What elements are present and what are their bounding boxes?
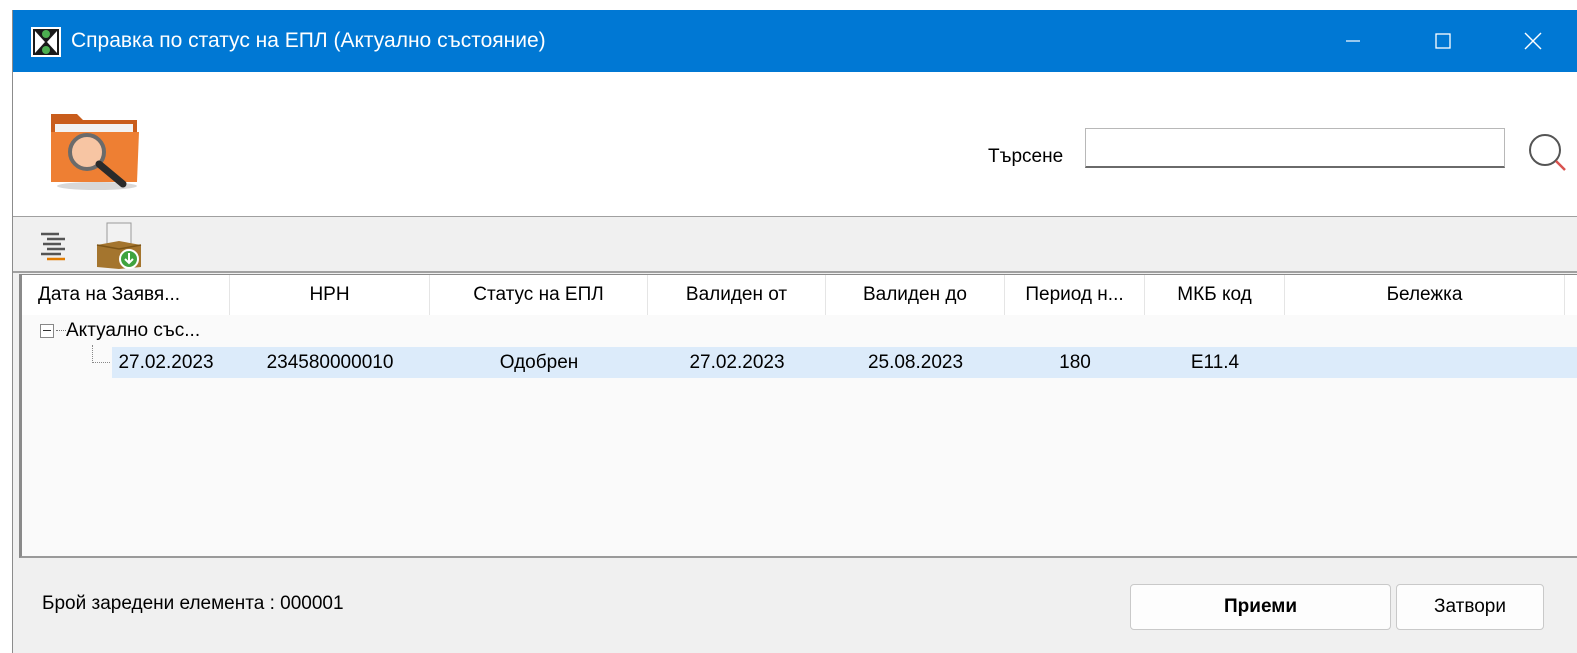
toolbar — [13, 217, 1577, 273]
cell-valid-from: 27.02.2023 — [689, 352, 785, 373]
collapse-tree-icon[interactable] — [39, 229, 73, 263]
close-icon — [1524, 32, 1542, 50]
col-header-status[interactable]: Статус на ЕПЛ — [430, 275, 648, 315]
minimize-icon — [1346, 40, 1360, 42]
search-label: Търсене — [988, 146, 1064, 167]
cell-period: 180 — [1059, 352, 1091, 373]
cell-note — [1285, 347, 1565, 378]
title-bar[interactable]: Справка по статус на ЕПЛ (Актуално състо… — [13, 10, 1577, 72]
col-header-icd-code[interactable]: МКБ код — [1145, 275, 1285, 315]
maximize-icon — [1435, 33, 1451, 49]
collapse-toggle-icon[interactable] — [40, 324, 54, 338]
close-window-button[interactable] — [1488, 10, 1577, 72]
dialog-window: Справка по статус на ЕПЛ (Актуално състо… — [12, 10, 1577, 653]
results-grid[interactable]: Дата на Заявя... НРН Статус на ЕПЛ Валид… — [19, 274, 1577, 558]
window-title: Справка по статус на ЕПЛ (Актуално състо… — [71, 29, 546, 52]
app-logo-icon — [31, 27, 61, 57]
export-package-icon[interactable] — [93, 221, 145, 271]
col-header-period[interactable]: Период н... — [1005, 275, 1145, 315]
col-header-valid-to[interactable]: Валиден до — [826, 275, 1005, 315]
header-panel: Търсене — [13, 72, 1577, 217]
folder-search-icon — [51, 114, 139, 190]
tree-connector-line — [92, 345, 93, 363]
minimize-button[interactable] — [1308, 10, 1398, 72]
search-input[interactable] — [1085, 128, 1505, 168]
cell-nrn: 234580000010 — [266, 352, 394, 373]
accept-button[interactable]: Приеми — [1130, 584, 1391, 630]
col-header-request-date[interactable]: Дата на Заявя... — [22, 275, 230, 315]
col-header-nrn[interactable]: НРН — [230, 275, 430, 315]
tree-connector-line — [92, 362, 110, 363]
search-icon[interactable] — [1525, 130, 1569, 172]
footer-panel: Брой заредени елемента : 000001 Приеми З… — [13, 560, 1577, 653]
cell-request-date: 27.02.2023 — [118, 352, 214, 373]
grid-header: Дата на Заявя... НРН Статус на ЕПЛ Валид… — [22, 275, 1577, 315]
table-row[interactable]: 27.02.2023 234580000010 Одобрен 27.02.20… — [22, 345, 1577, 378]
col-header-note[interactable]: Бележка — [1285, 275, 1565, 315]
cell-status: Одобрен — [499, 352, 579, 373]
cell-icd-code: E11.4 — [1190, 352, 1240, 373]
tree-group-node[interactable]: Актуално със... — [40, 317, 200, 345]
col-header-valid-from[interactable]: Валиден от — [648, 275, 826, 315]
maximize-button[interactable] — [1398, 10, 1488, 72]
cell-valid-to: 25.08.2023 — [867, 352, 964, 373]
loaded-items-count: Брой заредени елемента : 000001 — [42, 593, 344, 614]
tree-group-label: Актуално със... — [66, 320, 201, 341]
close-button[interactable]: Затвори — [1396, 584, 1544, 630]
